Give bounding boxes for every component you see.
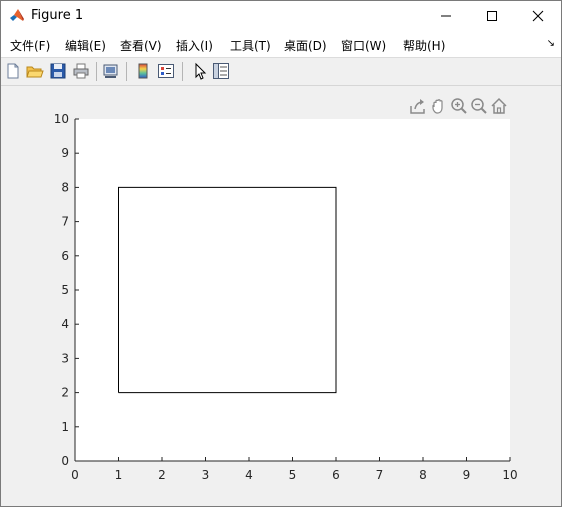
y-tick-label: 1 [61,420,69,434]
print-icon[interactable] [72,62,90,80]
window-title: Figure 1 [31,8,84,23]
x-tick-label: 1 [115,468,123,482]
link-plot-icon[interactable] [102,62,120,80]
y-tick-label: 3 [61,351,69,365]
home-icon[interactable] [490,97,508,115]
edit-plot-icon[interactable] [190,62,208,80]
y-tick-label: 10 [54,112,69,126]
x-tick-label: 10 [502,468,517,482]
y-tick-label: 2 [61,386,69,400]
y-tick-label: 7 [61,215,69,229]
menu-overflow-icon[interactable]: ↘ [547,38,555,49]
zoom-in-icon[interactable] [450,97,468,115]
y-tick-label: 9 [61,146,69,160]
figure-canvas: 0 1 2 3 4 5 6 7 8 9 10 0 1 2 3 4 5 6 7 8 9 10 [1,86,561,506]
y-tick-label: 6 [61,249,69,263]
x-tick-label: 6 [332,468,340,482]
x-tick-label: 9 [463,468,471,482]
export-icon[interactable] [409,97,427,115]
menu-bar: 文件(F) 编辑(E) 查看(V) 插入(I) 工具(T) 桌面(D) 窗口(W… [1,31,561,58]
title-bar[interactable]: Figure 1 [1,1,561,31]
axes-background[interactable] [75,119,510,461]
x-tick-label: 2 [158,468,166,482]
insert-colorbar-icon[interactable] [134,62,152,80]
minimize-button[interactable] [423,1,469,31]
toolbar-separator [96,62,97,81]
insert-legend-icon[interactable] [157,62,175,80]
x-tick-label: 0 [71,468,79,482]
y-tick-label: 4 [61,317,69,331]
save-icon[interactable] [49,62,67,80]
minimize-icon [441,15,451,17]
close-button[interactable] [515,1,561,31]
menu-window[interactable]: 窗口(W) [341,37,386,54]
matlab-logo-icon [9,8,25,24]
y-tick-label: 0 [61,454,69,468]
x-tick-label: 3 [202,468,210,482]
axes-toolbar [409,97,509,115]
menu-insert[interactable]: 插入(I) [176,37,213,54]
toolbar-separator [182,62,183,81]
property-inspector-icon[interactable] [212,62,230,80]
menu-view[interactable]: 查看(V) [120,37,162,54]
plot-svg: 0 1 2 3 4 5 6 7 8 9 10 0 1 2 3 4 5 6 7 8 9 10 [54,112,518,482]
menu-edit[interactable]: 编辑(E) [65,37,106,54]
maximize-icon [487,11,497,21]
menu-file[interactable]: 文件(F) [10,37,50,54]
y-tick-label: 5 [61,283,69,297]
x-tick-label: 5 [289,468,297,482]
menu-desktop[interactable]: 桌面(D) [284,37,327,54]
figure-toolbar [1,58,561,86]
close-icon [532,10,544,22]
menu-tools[interactable]: 工具(T) [230,37,271,54]
maximize-button[interactable] [469,1,515,31]
menu-help[interactable]: 帮助(H) [403,37,445,54]
y-tick-label: 8 [61,180,69,194]
x-tick-label: 8 [419,468,427,482]
zoom-out-icon[interactable] [470,97,488,115]
toolbar-separator [126,62,127,81]
x-tick-label: 7 [376,468,384,482]
x-tick-label: 4 [245,468,253,482]
open-file-icon[interactable] [26,62,44,80]
figure-window: Figure 1 文件(F) 编辑(E) 查看(V) 插入(I) 工具(T) 桌… [0,0,562,507]
pan-icon[interactable] [430,97,448,115]
new-figure-icon[interactable] [4,62,22,80]
